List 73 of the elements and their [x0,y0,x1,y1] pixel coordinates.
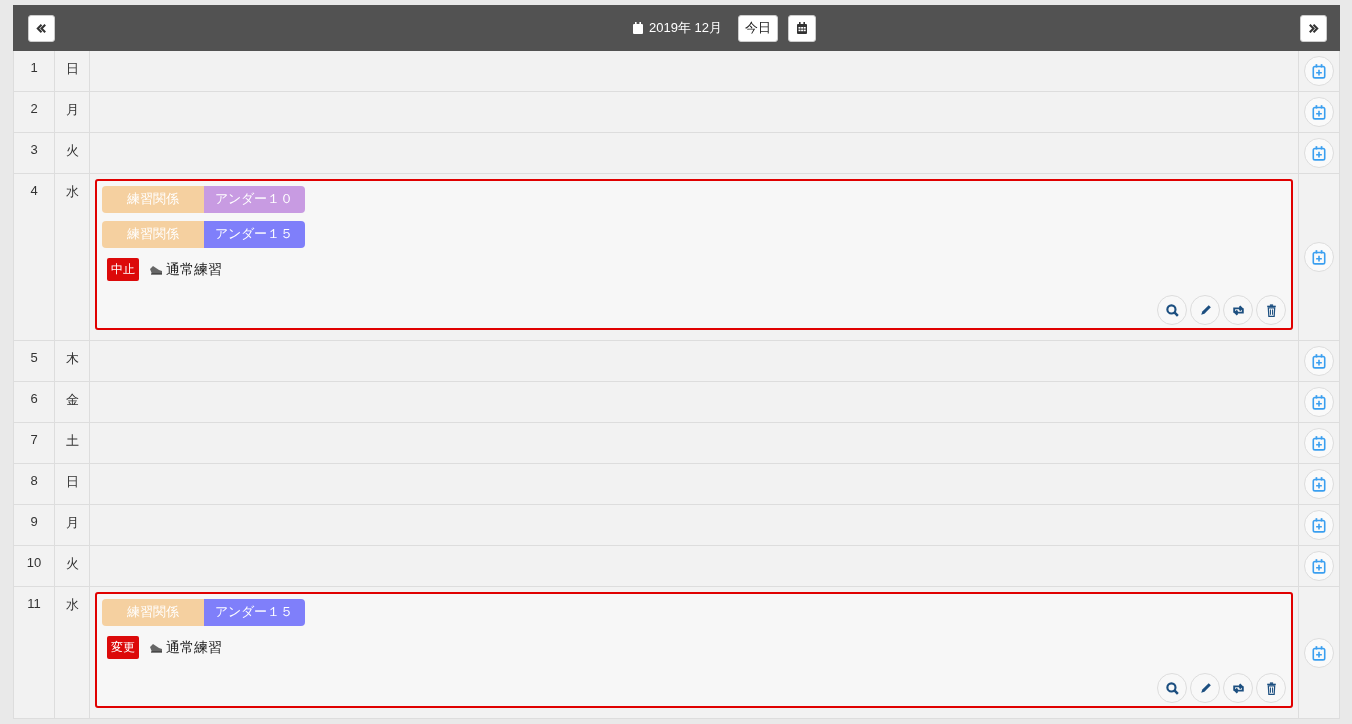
weekday-label: 木 [65,351,79,366]
weekday-label: 日 [65,61,79,76]
double-chevron-right-icon [1307,21,1320,35]
previous-button[interactable] [28,14,55,42]
calendar-plus-icon [1311,145,1327,161]
weekday-label: 金 [65,392,79,407]
add-event-button[interactable] [1304,97,1334,127]
calendar-plus-icon [1311,517,1327,533]
today-button[interactable]: 今日 [738,14,778,42]
add-event-button[interactable] [1304,138,1334,168]
view-button[interactable] [1157,295,1187,325]
day-number: 3 [30,142,38,157]
add-event-button[interactable] [1304,56,1334,86]
edit-button[interactable] [1190,295,1220,325]
group-label: アンダー１５ [203,599,305,626]
calendar-button[interactable] [788,14,816,42]
month-title: 2019年 12月 [649,19,722,37]
day-number: 2 [30,101,38,116]
group-label: アンダー１０ [203,186,305,213]
calendar-plus-icon [1311,63,1327,79]
group-label: アンダー１５ [203,221,305,248]
day-number: 10 [26,555,42,570]
calendar-plus-icon [1311,353,1327,369]
repeat-button[interactable] [1223,295,1253,325]
category-label: 練習関係 [102,221,204,248]
add-event-button[interactable] [1304,428,1334,458]
day-number: 11 [27,596,41,611]
calendar-plus-icon [1311,435,1327,451]
weekday-label: 水 [65,597,79,612]
calendar-plus-icon [1311,249,1327,265]
add-event-button[interactable] [1304,346,1334,376]
event-title[interactable]: 通常練習 [166,638,222,657]
calendar-icon [795,21,809,35]
event-title[interactable]: 通常練習 [166,260,222,279]
category-label: 練習関係 [102,599,204,626]
next-button[interactable] [1300,14,1327,42]
weekday-label: 月 [65,102,79,117]
calendar-plus-icon [1311,644,1327,661]
weekday-label: 水 [65,184,79,199]
calendar-plus-icon [1311,558,1327,574]
day-number: 7 [30,432,38,447]
weekday-label: 土 [65,433,79,448]
edit-button[interactable] [1190,673,1220,703]
calendar-plus-icon [1311,104,1327,120]
add-event-button[interactable] [1304,469,1334,499]
day-number: 1 [30,60,38,75]
weekday-label: 火 [65,143,79,158]
add-event-button[interactable] [1304,387,1334,417]
day-number: 8 [30,473,38,488]
add-event-button[interactable] [1304,637,1334,668]
day-number: 6 [30,391,38,406]
day-number: 4 [30,183,38,198]
add-event-button[interactable] [1304,510,1334,540]
weekday-label: 月 [65,515,79,530]
weekday-label: 日 [65,474,79,489]
view-button[interactable] [1157,673,1187,703]
category-label: 練習関係 [102,186,204,213]
day-number: 5 [30,350,38,365]
add-event-button[interactable] [1304,551,1334,581]
repeat-button[interactable] [1223,673,1253,703]
search-icon [1164,302,1180,318]
delete-button[interactable] [1256,295,1286,325]
delete-button[interactable] [1256,673,1286,703]
double-chevron-left-icon [35,21,48,35]
status-badge: 変更 [107,636,139,659]
calendar-plus-icon [1311,394,1327,410]
weekday-label: 火 [65,556,79,571]
add-event-button[interactable] [1304,242,1334,272]
status-badge: 中止 [107,258,139,281]
calendar-icon [631,21,645,35]
day-number: 9 [30,514,38,529]
calendar-plus-icon [1311,476,1327,492]
search-icon [1164,680,1180,696]
